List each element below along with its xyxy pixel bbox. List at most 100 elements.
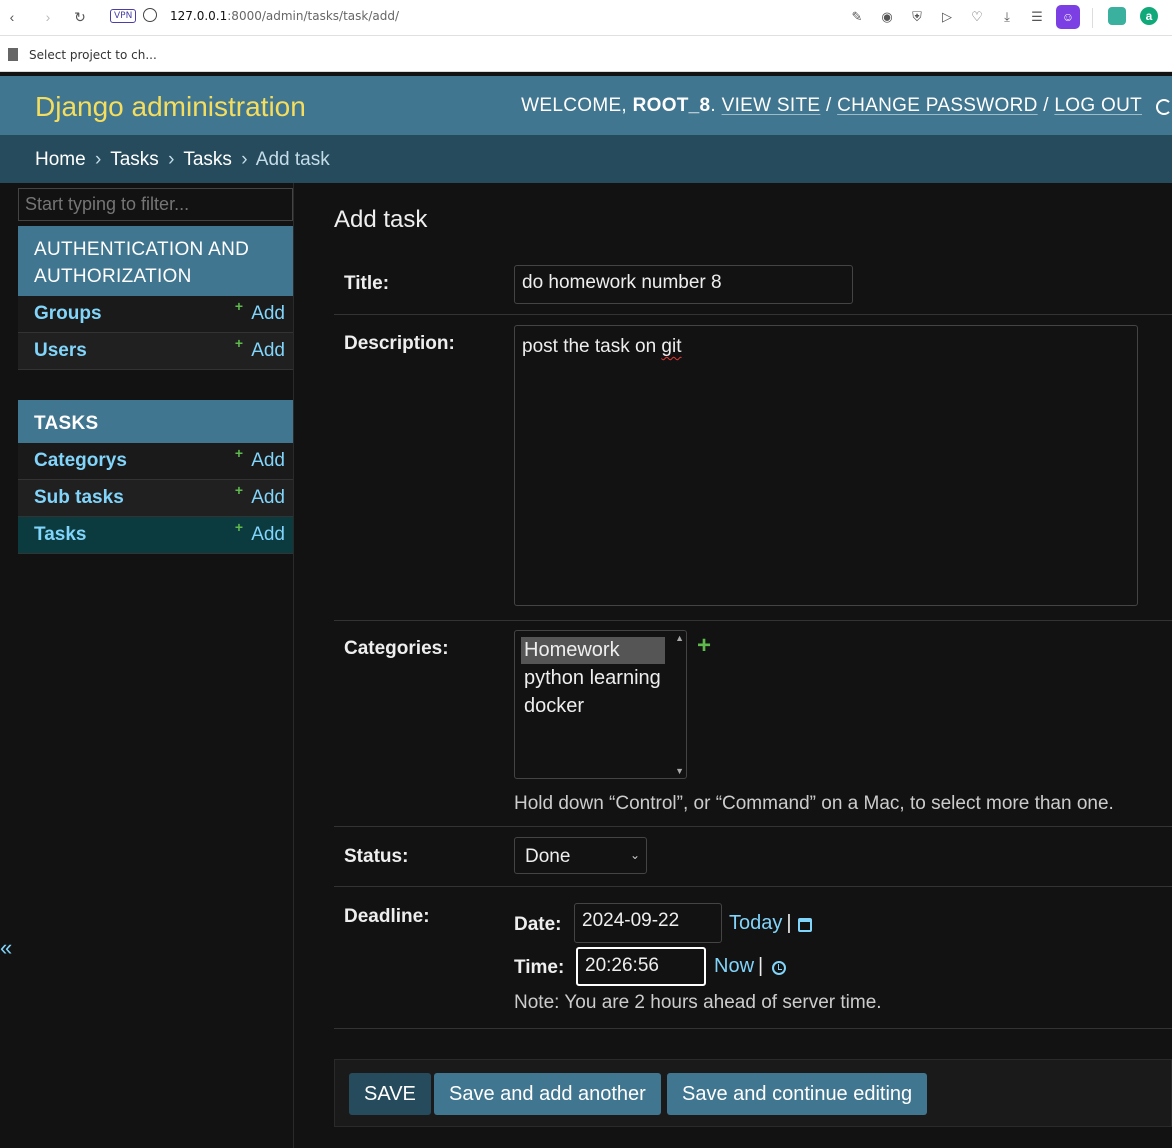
nav-filter-input[interactable] bbox=[18, 188, 293, 221]
add-link[interactable]: Add bbox=[251, 524, 285, 546]
category-option[interactable]: python learning bbox=[521, 665, 665, 692]
breadcrumb: Home › Tasks › Tasks › Add task bbox=[0, 135, 1172, 183]
now-label[interactable]: Now bbox=[714, 955, 754, 977]
categories-label: Categories: bbox=[344, 638, 449, 659]
add-plus-icon: + bbox=[234, 335, 243, 351]
back-icon[interactable]: ‹ bbox=[2, 7, 22, 27]
site-header: Django administration WELCOME, ROOT_8. V… bbox=[0, 76, 1172, 135]
user-tools: WELCOME, ROOT_8. VIEW SITE / CHANGE PASS… bbox=[521, 95, 1142, 116]
sidebar-item-categorys[interactable]: Categorys + Add bbox=[18, 443, 293, 480]
now-link[interactable]: Now | bbox=[714, 955, 763, 978]
add-category-plus-icon[interactable]: + bbox=[697, 632, 711, 660]
page-icon bbox=[8, 48, 18, 61]
categories-help: Hold down “Control”, or “Command” on a M… bbox=[514, 793, 1114, 814]
sidebar-item-tasks[interactable]: Tasks + Add bbox=[18, 517, 293, 554]
sidebar-item-sub-tasks[interactable]: Sub tasks + Add bbox=[18, 480, 293, 517]
page-title: Add task bbox=[334, 206, 428, 233]
theme-toggle-icon[interactable] bbox=[1156, 99, 1172, 115]
edit-icon[interactable]: ✎ bbox=[849, 9, 865, 25]
save-and-continue-button[interactable]: Save and continue editing bbox=[667, 1073, 928, 1115]
link-separator: | bbox=[758, 955, 764, 977]
app-caption-tasks[interactable]: TASKS bbox=[18, 400, 293, 443]
site-branding[interactable]: Django administration bbox=[35, 91, 306, 123]
form-row-description: Description: post the task on git bbox=[334, 315, 1172, 621]
extension-icon[interactable] bbox=[1108, 7, 1126, 25]
submit-row: SAVE Save and add another Save and conti… bbox=[334, 1059, 1172, 1127]
date-field[interactable]: 2024-09-22 bbox=[574, 903, 722, 943]
add-plus-icon: + bbox=[234, 445, 243, 461]
add-link[interactable]: Add bbox=[251, 450, 285, 472]
description-field[interactable]: post the task on git bbox=[514, 325, 1138, 606]
download-icon[interactable]: ⤓ bbox=[999, 9, 1015, 25]
shield-icon[interactable]: ⛨ bbox=[909, 9, 925, 25]
description-label: Description: bbox=[344, 333, 455, 354]
status-select[interactable]: Done ⌄ bbox=[514, 837, 647, 874]
sidebar-item-label[interactable]: Sub tasks bbox=[34, 487, 124, 509]
breadcrumb-model[interactable]: Tasks bbox=[183, 149, 232, 170]
add-plus-icon: + bbox=[234, 482, 243, 498]
form-row-categories: Categories: Homework python learning doc… bbox=[334, 621, 1172, 827]
vpn-badge[interactable]: VPN bbox=[110, 9, 137, 23]
forward-icon[interactable]: › bbox=[38, 7, 58, 27]
welcome-text: WELCOME, bbox=[521, 95, 633, 116]
link-separator: | bbox=[786, 912, 792, 934]
scrollbar[interactable]: ▲ ▼ bbox=[672, 631, 686, 778]
today-link[interactable]: Today | bbox=[729, 912, 792, 935]
profile-icon[interactable]: ☺ bbox=[1056, 5, 1080, 29]
form-row-deadline: Deadline: Date: 2024-09-22 Today | Time: … bbox=[334, 887, 1172, 1029]
add-link[interactable]: Add bbox=[251, 303, 285, 325]
save-button[interactable]: SAVE bbox=[349, 1073, 431, 1115]
breadcrumb-current: Add task bbox=[255, 149, 330, 170]
tools-sep: / bbox=[820, 95, 838, 116]
categories-multiselect[interactable]: Homework python learning docker ▲ ▼ bbox=[514, 630, 687, 779]
breadcrumb-app[interactable]: Tasks bbox=[110, 149, 159, 170]
extension-a-icon[interactable]: a bbox=[1140, 7, 1158, 25]
change-password-link[interactable]: CHANGE PASSWORD bbox=[837, 95, 1038, 116]
heart-icon[interactable]: ♡ bbox=[969, 9, 985, 25]
app-caption-auth[interactable]: AUTHENTICATION AND AUTHORIZATION bbox=[18, 226, 293, 296]
description-misspelled: git bbox=[661, 336, 682, 357]
log-out-link[interactable]: LOG OUT bbox=[1054, 95, 1142, 116]
breadcrumb-home[interactable]: Home bbox=[35, 149, 86, 170]
sidebar-item-label[interactable]: Categorys bbox=[34, 450, 127, 472]
time-label: Time: bbox=[514, 957, 565, 978]
sidebar-item-label[interactable]: Groups bbox=[34, 303, 102, 325]
scroll-down-icon[interactable]: ▼ bbox=[675, 766, 684, 776]
timezone-warning: Note: You are 2 hours ahead of server ti… bbox=[514, 992, 882, 1013]
bookmark-item[interactable]: Select project to ch... bbox=[29, 48, 157, 62]
category-option[interactable]: docker bbox=[521, 693, 665, 720]
category-option[interactable]: Homework bbox=[521, 637, 665, 664]
reload-icon[interactable]: ↻ bbox=[70, 7, 90, 27]
address-bar[interactable]: 127.0.0.1:8000/admin/tasks/task/add/ bbox=[170, 9, 399, 23]
add-link[interactable]: Add bbox=[251, 340, 285, 362]
bookmarks-bar: Select project to ch... bbox=[0, 36, 1172, 72]
toggle-sidebar-button[interactable]: « bbox=[0, 935, 12, 961]
time-field[interactable]: 20:26:56 bbox=[576, 947, 706, 986]
title-field[interactable]: do homework number 8 bbox=[514, 265, 853, 304]
menu-icon[interactable]: ☰ bbox=[1029, 9, 1045, 25]
tools-sep: / bbox=[1037, 95, 1055, 116]
sidebar-item-users[interactable]: Users + Add bbox=[18, 333, 293, 370]
site-info-icon[interactable] bbox=[143, 8, 157, 22]
view-site-link[interactable]: VIEW SITE bbox=[722, 95, 821, 116]
scroll-up-icon[interactable]: ▲ bbox=[675, 633, 684, 643]
status-label: Status: bbox=[344, 846, 409, 867]
camera-icon[interactable]: ◉ bbox=[879, 9, 895, 25]
sidebar-item-label[interactable]: Tasks bbox=[34, 524, 86, 546]
sidebar-item-groups[interactable]: Groups + Add bbox=[18, 296, 293, 333]
clock-icon[interactable] bbox=[772, 961, 786, 975]
save-and-add-another-button[interactable]: Save and add another bbox=[434, 1073, 661, 1115]
breadcrumb-sep: › bbox=[94, 149, 102, 170]
deadline-label: Deadline: bbox=[344, 906, 430, 927]
play-icon[interactable]: ▷ bbox=[939, 9, 955, 25]
today-label[interactable]: Today bbox=[729, 912, 782, 934]
calendar-icon[interactable] bbox=[798, 918, 812, 932]
breadcrumb-sep: › bbox=[241, 149, 248, 170]
add-plus-icon: + bbox=[234, 519, 243, 535]
add-link[interactable]: Add bbox=[251, 487, 285, 509]
breadcrumb-sep: › bbox=[168, 149, 175, 170]
form-row-title: Title: do homework number 8 bbox=[334, 255, 1172, 315]
sidebar-item-label[interactable]: Users bbox=[34, 340, 87, 362]
add-plus-icon: + bbox=[234, 298, 243, 314]
url-path: :8000/admin/tasks/task/add/ bbox=[227, 9, 400, 23]
